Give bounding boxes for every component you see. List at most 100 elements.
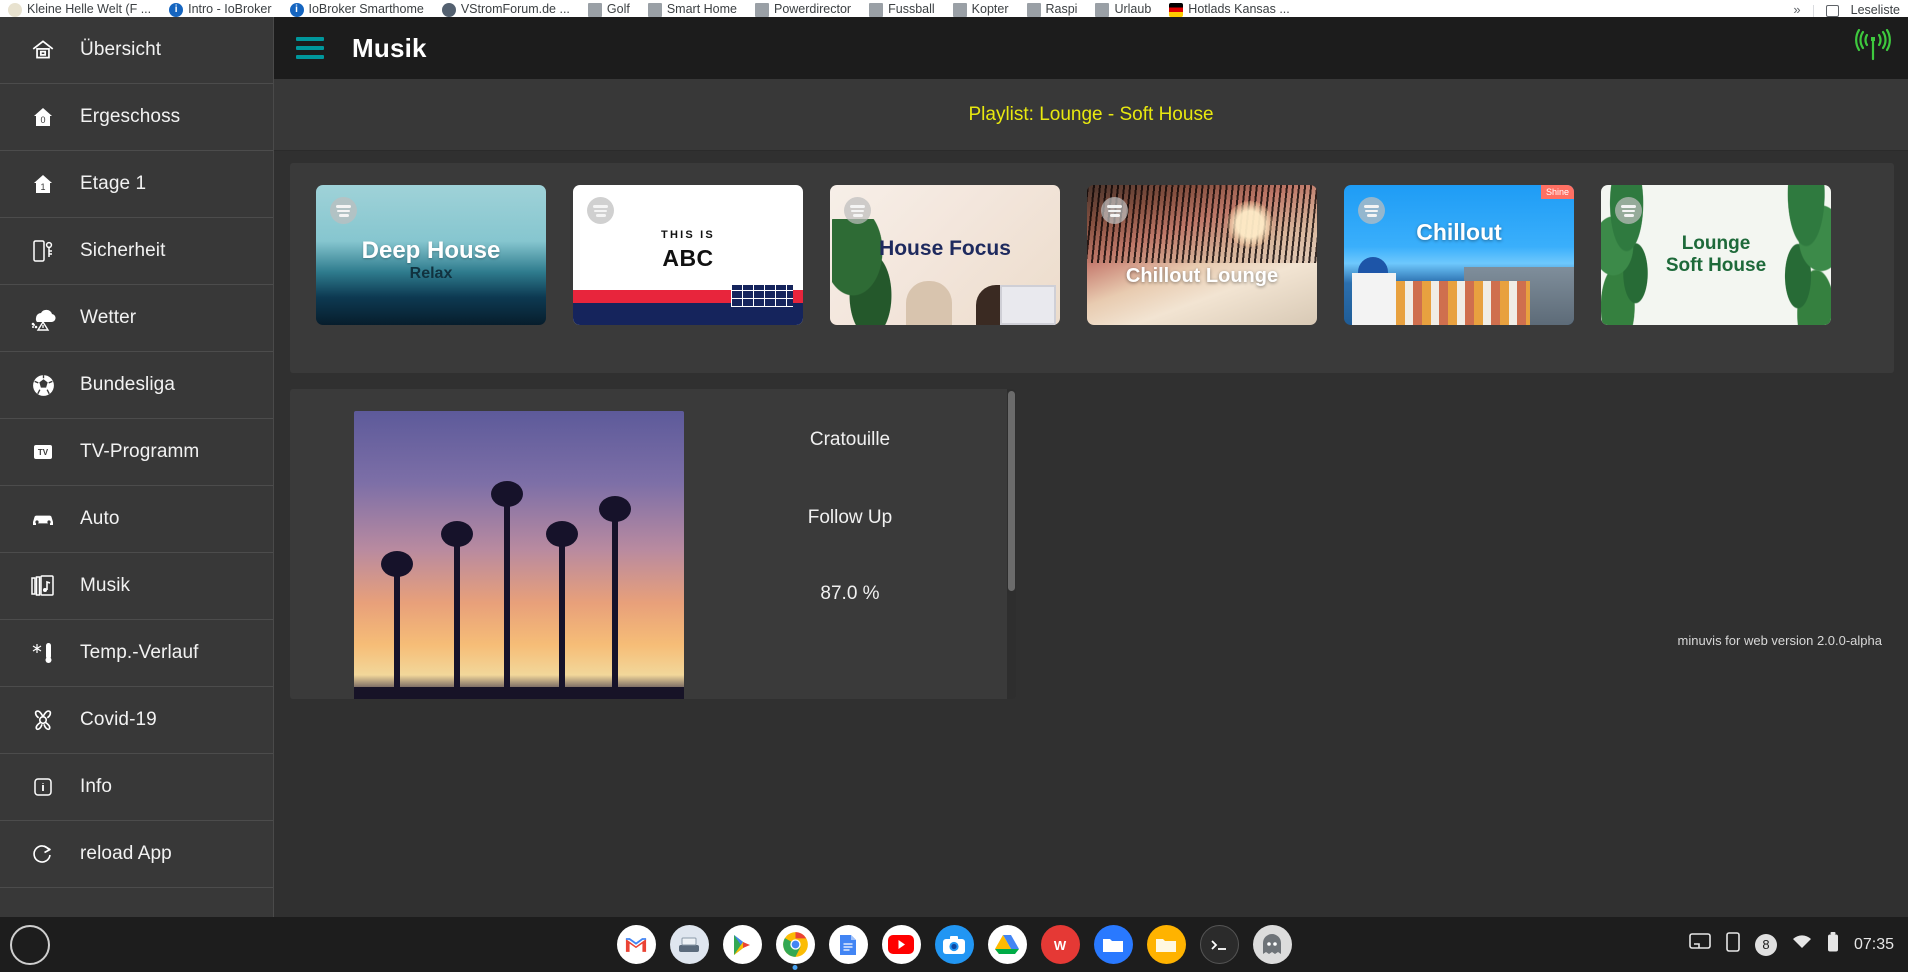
folder-icon (647, 3, 662, 17)
gmail-icon[interactable] (616, 925, 656, 964)
bookmark-label: Hotlads Kansas ... (1188, 2, 1290, 16)
docs-icon[interactable] (828, 925, 868, 964)
bookmark-item[interactable]: Urlaub (1095, 2, 1151, 17)
panel-scrollbar[interactable] (1007, 389, 1016, 699)
sidebar-item-temp-verlauf[interactable]: Temp.-Verlauf (0, 620, 273, 687)
decoration (906, 281, 952, 325)
soccer-ball-icon (20, 373, 66, 398)
spotify-icon (844, 197, 871, 224)
sidebar-item-covid-19[interactable]: Covid-19 (0, 687, 273, 754)
scrollbar-thumb[interactable] (1008, 391, 1015, 591)
terminal-icon[interactable] (1199, 925, 1239, 964)
notification-badge[interactable]: 8 (1754, 933, 1777, 956)
bookmark-label: Smart Home (666, 2, 737, 16)
sidebar-item-musik[interactable]: Musik (0, 553, 273, 620)
system-taskbar: W 8 07:35 (0, 917, 1908, 972)
bookmark-item[interactable]: Intro - IoBroker (169, 2, 272, 17)
playlist-cover-card[interactable]: Deep House Relax (316, 185, 546, 325)
drive-icon[interactable] (987, 925, 1027, 964)
sidebar-item-bundesliga[interactable]: Bundesliga (0, 352, 273, 419)
album-artwork (354, 411, 684, 699)
biohazard-icon (20, 707, 66, 733)
tv-icon: TV (20, 440, 66, 464)
bookmark-bar-right: » Leseliste (1793, 2, 1900, 17)
bookmark-overflow-icon[interactable]: » (1793, 2, 1800, 17)
cast-icon[interactable] (1689, 932, 1711, 957)
youtube-icon[interactable] (881, 925, 921, 964)
sidebar-item-auto[interactable]: Auto (0, 486, 273, 553)
decoration (1352, 273, 1396, 325)
play-store-icon[interactable] (722, 925, 762, 964)
spotify-icon (587, 197, 614, 224)
sidebar-item-wetter[interactable]: Wetter (0, 285, 273, 352)
cover-title: Chillout (1416, 219, 1502, 245)
camera-icon[interactable] (934, 925, 974, 964)
now-playing-meta: Cratouille Follow Up 87.0 % (684, 411, 1016, 699)
bookmark-item[interactable]: Golf (587, 2, 630, 17)
playlist-cover-card[interactable]: Shine Chillout (1344, 185, 1574, 325)
bookmark-item[interactable]: Hotlads Kansas ... (1169, 2, 1290, 17)
reading-list-label[interactable]: Leseliste (1851, 3, 1900, 17)
sidebar-item-label: Übersicht (80, 39, 162, 60)
ghost-app-icon[interactable] (1252, 925, 1292, 964)
page-title: Musik (352, 32, 427, 63)
playlist-cover-card[interactable]: Lounge Soft House (1601, 185, 1831, 325)
playlist-cover-card[interactable]: THIS IS ABC (573, 185, 803, 325)
reading-list-icon[interactable] (1825, 5, 1839, 17)
bookmark-item[interactable]: Smart Home (647, 2, 737, 17)
playlist-cover-card[interactable]: Chillout Lounge (1087, 185, 1317, 325)
sidebar-item-sicherheit[interactable]: Sicherheit (0, 218, 273, 285)
cover-title: Chillout Lounge (1125, 265, 1279, 287)
scanner-icon[interactable] (669, 925, 709, 964)
folder-icon[interactable] (1146, 925, 1186, 964)
spotify-icon (1101, 197, 1128, 224)
wifi-icon[interactable] (1792, 934, 1812, 955)
cover-badge: Shine (1540, 185, 1574, 199)
cloud-weather-icon (20, 305, 66, 331)
sidebar-item-uebersicht[interactable]: Übersicht (0, 17, 273, 84)
decoration (832, 219, 902, 325)
cover-title: Lounge Soft House (1665, 233, 1767, 276)
bookmark-label: Intro - IoBroker (188, 2, 272, 16)
sidebar-item-label: reload App (80, 843, 172, 864)
wps-office-icon[interactable]: W (1040, 925, 1080, 964)
sidebar-item-ergeschoss[interactable]: 0 Ergeschoss (0, 84, 273, 151)
bookmark-item[interactable]: Fussball (869, 2, 935, 17)
site-favicon (8, 3, 22, 17)
tablet-icon[interactable] (1726, 932, 1740, 957)
chrome-icon[interactable] (775, 925, 815, 970)
bookmark-item[interactable]: Kleine Helle Welt (F ... (8, 2, 151, 17)
bookmark-item[interactable]: Kopter (952, 2, 1009, 17)
sidebar: Übersicht 0 Ergeschoss 1 Etage 1 Sicherh… (0, 17, 274, 917)
cover-subtitle: Relax (409, 265, 453, 282)
bookmark-item[interactable]: Powerdirector (754, 2, 852, 17)
battery-icon[interactable] (1827, 932, 1839, 957)
bookmark-label: Powerdirector (773, 2, 852, 16)
bookmark-item[interactable]: IoBroker Smarthome (289, 2, 424, 17)
bookmark-label: VStromForum.de ... (460, 2, 570, 16)
sidebar-item-label: Bundesliga (80, 374, 176, 395)
sidebar-item-reload-app[interactable]: reload App (0, 821, 273, 888)
hamburger-menu-icon[interactable] (296, 37, 324, 59)
house-floor-1-icon: 1 (20, 172, 66, 196)
sidebar-item-label: Covid-19 (80, 709, 157, 730)
bookmark-item[interactable]: VStromForum.de ... (441, 2, 570, 17)
now-playing-inner: Cratouille Follow Up 87.0 % (290, 389, 1016, 699)
decoration (1087, 185, 1317, 263)
bookmark-label: Fussball (888, 2, 935, 16)
cover-title: House Focus (879, 237, 1011, 260)
clock-label[interactable]: 07:35 (1854, 936, 1894, 954)
bookmark-item[interactable]: Raspi (1026, 2, 1077, 17)
browser-bookmark-bar: Kleine Helle Welt (F ... Intro - IoBroke… (0, 0, 1908, 17)
running-indicator (792, 965, 798, 970)
playlist-cover-card[interactable]: House Focus (830, 185, 1060, 325)
files-icon[interactable] (1093, 925, 1133, 964)
sidebar-item-etage-1[interactable]: 1 Etage 1 (0, 151, 273, 218)
decoration (1358, 257, 1388, 273)
sidebar-item-info[interactable]: Info (0, 754, 273, 821)
sidebar-item-label: Temp.-Verlauf (80, 642, 199, 663)
svg-text:0: 0 (40, 115, 45, 125)
sidebar-item-label: Wetter (80, 307, 137, 328)
decoration (1227, 201, 1273, 247)
sidebar-item-tv-programm[interactable]: TV TV-Programm (0, 419, 273, 486)
